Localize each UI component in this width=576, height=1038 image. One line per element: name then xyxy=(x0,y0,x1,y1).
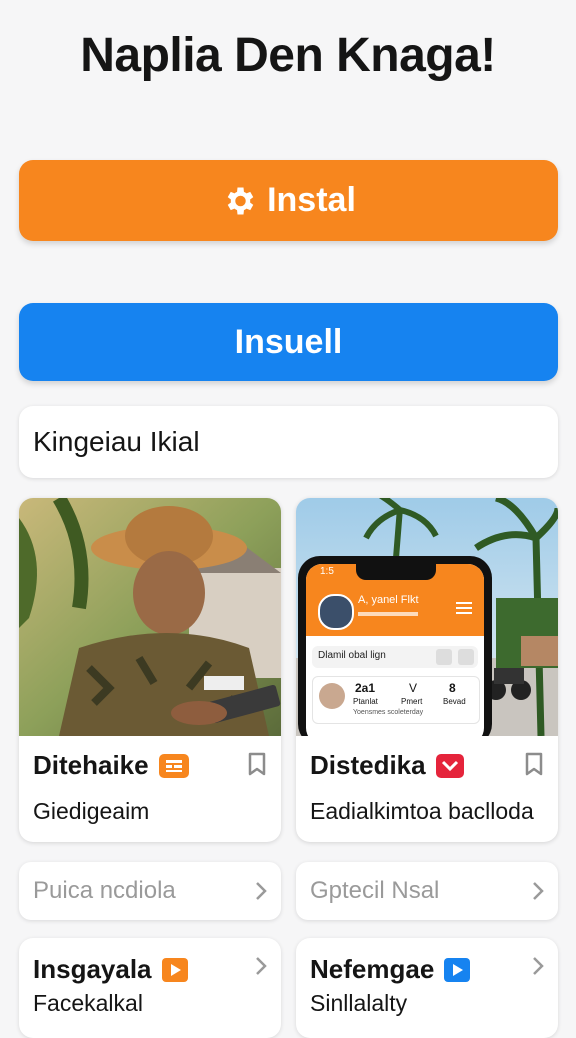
list-item-label: Puica ncdiola xyxy=(33,877,176,904)
mail-icon xyxy=(435,753,464,778)
card-title: Nefemgae xyxy=(310,954,471,985)
chevron-right-icon xyxy=(255,880,267,908)
list-item-label: Gptecil Nsal xyxy=(310,877,440,904)
stat-value: 2a1 xyxy=(355,681,376,695)
calendar-icon xyxy=(158,753,189,778)
card-insgayala[interactable]: Insgayala Facekalkal xyxy=(19,938,281,1038)
avatar xyxy=(318,594,354,630)
card-ditehaike[interactable]: Ditehaike Giedigeaim xyxy=(19,498,281,842)
menu-icon[interactable] xyxy=(456,602,472,614)
card-title: Ditehaike xyxy=(33,750,189,781)
card-distedika[interactable]: 1:5 A, yanel Flkt Dlamil obal lign 2a1 V… xyxy=(296,498,558,842)
play-icon xyxy=(444,957,471,982)
stat-value: 8 xyxy=(449,681,456,695)
farmer-photo xyxy=(19,498,281,736)
filter-icon[interactable] xyxy=(436,649,452,665)
stat-label: Bevad xyxy=(443,697,466,706)
stat-label: Pmert xyxy=(401,697,423,706)
search-field-value: Kingeiau Ikial xyxy=(33,426,200,457)
phone-profile-line xyxy=(358,612,418,616)
chevron-right-icon xyxy=(532,880,544,908)
phone-search-text: Dlamil obal lign xyxy=(318,650,386,661)
gear-icon xyxy=(221,183,257,219)
search-field[interactable]: Kingeiau Ikial xyxy=(19,406,558,478)
stat-value: V xyxy=(409,681,418,695)
bookmark-icon[interactable] xyxy=(524,752,544,781)
card-title: Distedika xyxy=(310,750,464,781)
card-title-text: Insgayala xyxy=(33,954,152,984)
phone-notch xyxy=(356,564,436,580)
list-item-gptecil[interactable]: Gptecil Nsal xyxy=(296,862,558,920)
phone-mockup: 1:5 A, yanel Flkt Dlamil obal lign 2a1 V… xyxy=(298,556,492,736)
insuell-button[interactable]: Insuell xyxy=(19,303,558,381)
card-subtitle: Sinllalalty xyxy=(310,990,408,1016)
stat-footer: Yoensmes scoleterday xyxy=(353,709,424,716)
card-title-text: Nefemgae xyxy=(310,954,435,984)
phone-profile-name: A, yanel Flkt xyxy=(358,594,419,606)
phone-stats-card: 2a1 V 8 Ptanlat Pmert Bevad Yoensmes sco… xyxy=(312,676,480,724)
stat-label: Ptanlat xyxy=(353,697,378,706)
phone-photo: 1:5 A, yanel Flkt Dlamil obal lign 2a1 V… xyxy=(296,498,558,736)
card-subtitle: Giedigeaim xyxy=(33,798,150,824)
card-subtitle: Eadialkimtoa baclloda xyxy=(310,798,534,824)
phone-search-bar[interactable]: Dlamil obal lign xyxy=(312,646,478,668)
chevron-right-icon xyxy=(532,956,544,981)
avatar xyxy=(319,683,345,709)
list-item-puica[interactable]: Puica ncdiola xyxy=(19,862,281,920)
share-icon[interactable] xyxy=(458,649,474,665)
bookmark-icon[interactable] xyxy=(247,752,267,781)
install-label: Instal xyxy=(267,181,356,219)
page-title: Naplia Den Knaga! xyxy=(80,29,496,82)
card-subtitle: Facekalkal xyxy=(33,990,143,1016)
card-nefemgae[interactable]: Nefemgae Sinllalalty xyxy=(296,938,558,1038)
status-time: 1:5 xyxy=(320,566,334,577)
chevron-right-icon xyxy=(255,956,267,981)
play-icon xyxy=(161,957,188,982)
card-title: Insgayala xyxy=(33,954,188,985)
insuell-label: Insuell xyxy=(234,322,343,361)
card-title-text: Ditehaike xyxy=(33,750,149,780)
install-button[interactable]: Instal xyxy=(19,160,558,241)
card-title-text: Distedika xyxy=(310,750,426,780)
